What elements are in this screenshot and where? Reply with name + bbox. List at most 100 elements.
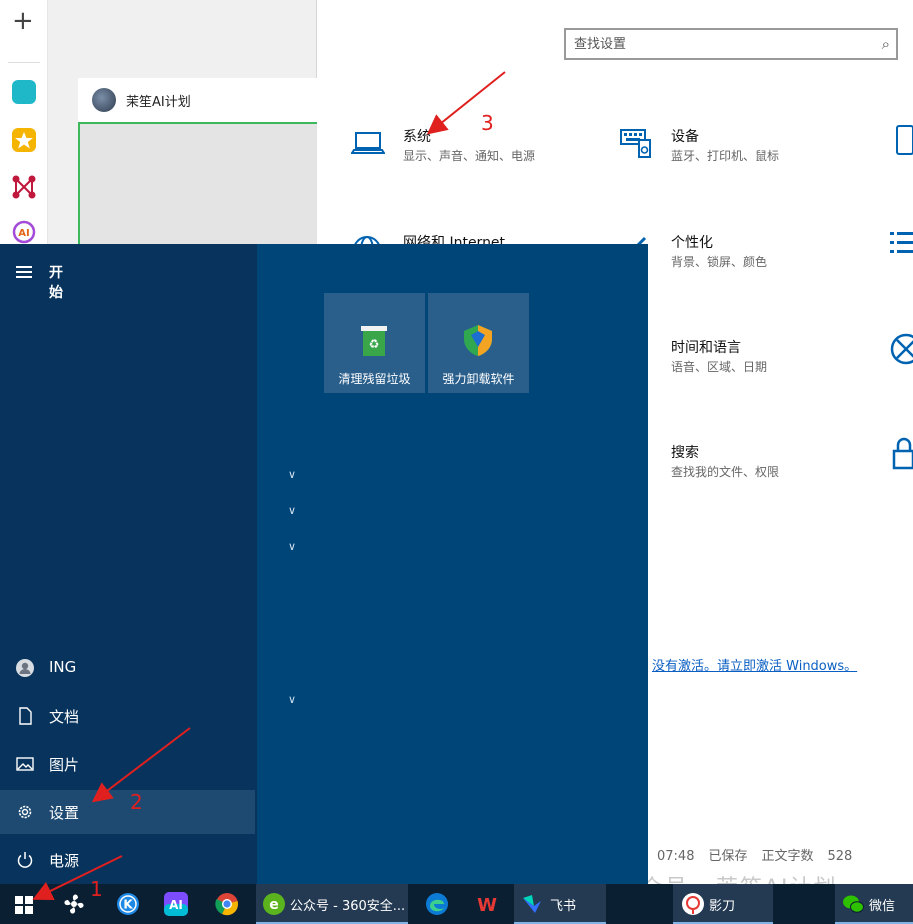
start-menu-tiles: ♻ 清理残留垃圾 强力卸载软件 ∨ ∨ ∨ ∨ [257,244,648,884]
taskbar-ai-app[interactable]: AI [156,884,196,924]
activate-windows-link[interactable]: 没有激活。请立即激活 Windows。 [652,655,857,674]
wps-icon: W [477,895,497,916]
tile-clean-junk[interactable]: ♻ 清理残留垃圾 [324,293,425,393]
nav-label: 文档 [49,708,80,726]
start-nav-user[interactable]: ING [0,646,255,690]
svg-text:AI: AI [18,228,29,239]
category-subtitle: 蓝牙、打印机、鼠标 [671,149,780,163]
taskbar-yingdao[interactable]: 影刀 [673,884,773,924]
svg-text:K: K [123,898,133,912]
settings-category-devices[interactable]: 设备 蓝牙、打印机、鼠标 [619,126,869,186]
taskbar-label: 飞书 [550,899,577,914]
tile-label: 清理残留垃圾 [338,372,411,386]
tile-uninstall[interactable]: 强力卸载软件 [428,293,529,393]
start-nav-settings[interactable]: 设置 [0,790,255,834]
graph-app-icon[interactable] [12,175,36,199]
shield-uninstall-icon [464,325,492,356]
taskbar-label: 影刀 [709,899,736,914]
start-header-label: 开始 [49,265,63,301]
windows-start-icon [15,896,33,914]
ai-app-icon[interactable]: AI [12,220,36,244]
editor-content-frame[interactable] [78,122,317,246]
settings-search-box[interactable]: ⌕ [564,28,898,60]
category-subtitle: 显示、声音、通知、电源 [403,149,536,163]
nav-label: 设置 [49,804,80,822]
k-app-icon: K [117,893,139,915]
group-collapse-chevron-icon[interactable]: ∨ [288,468,300,481]
category-title: 系统 [403,129,431,145]
settings-category-system[interactable]: 系统 显示、声音、通知、电源 [351,126,601,186]
group-collapse-chevron-icon[interactable]: ∨ [288,540,300,553]
category-title: 搜索 [671,445,699,461]
yingdao-icon [682,893,704,915]
360-browser-icon: e [263,893,285,915]
category-subtitle: 语音、区域、日期 [671,360,768,374]
svg-text:♻: ♻ [369,337,380,351]
annotation-step-2: 2 [130,790,143,814]
article-editor: 茉笙AI计划 [48,0,317,246]
document-icon [19,707,32,725]
pictures-icon [16,757,34,771]
taskbar-wechat[interactable]: 微信 [835,884,913,924]
avatar [92,88,116,112]
search-magnifier-icon[interactable]: ⌕ [882,35,890,53]
start-nav-pictures[interactable]: 图片 [0,742,255,786]
group-collapse-chevron-icon[interactable]: ∨ [288,693,300,706]
annotation-step-3: 3 [481,111,494,135]
taskbar-360-browser[interactable]: e 公众号 - 360安全... [256,884,408,924]
editor-status-bar: 07:48 已保存 正文字数 528 [657,845,866,864]
taskbar-wps[interactable]: W [467,884,507,924]
taskbar-chrome[interactable] [205,884,249,924]
settings-category-time-language[interactable]: 时间和语言 语音、区域、日期 [619,337,869,397]
keyboard-devices-icon [620,129,651,158]
start-menu-sidebar: 开始 ING 文档 图片 设置 电源 [0,244,257,884]
nav-label: ING [49,658,77,676]
word-count: 528 [827,849,853,864]
group-collapse-chevron-icon[interactable]: ∨ [288,504,300,517]
edge-icon [426,893,448,915]
xbox-icon[interactable] [889,332,913,366]
start-nav-documents[interactable]: 文档 [0,694,255,738]
tile-label: 强力卸载软件 [442,372,515,386]
lock-icon[interactable] [891,436,913,470]
taskbar-edge[interactable] [418,884,458,924]
ai-app-icon: AI [164,892,188,916]
app-launcher-strip: + AI [0,0,48,246]
plus-icon[interactable]: + [12,8,34,34]
user-icon [16,659,34,677]
author-card[interactable]: 茉笙AI计划 [78,78,317,124]
nav-label: 图片 [49,756,80,774]
settings-category-personalization[interactable]: 个性化 背景、锁屏、颜色 [619,232,869,292]
taskbar-start-button[interactable] [0,884,48,924]
start-nav-power[interactable]: 电源 [0,838,255,882]
taskbar-k-app[interactable]: K [108,884,148,924]
phone-icon[interactable] [895,124,913,156]
feishu-icon [523,895,541,913]
recycle-bin-icon: ♻ [361,326,387,356]
hamburger-menu-icon[interactable] [16,266,32,278]
chrome-icon [215,893,238,916]
svg-text:e: e [269,897,279,913]
category-title: 个性化 [671,235,713,251]
word-count-label: 正文字数 [761,849,814,864]
category-title: 设备 [671,129,699,145]
svg-text:W: W [477,895,497,916]
status-time: 07:48 [657,849,695,864]
taskbar-feishu[interactable]: 飞书 [514,884,606,924]
launcher-divider [8,62,40,63]
settings-search-input[interactable] [574,33,864,55]
status-saved: 已保存 [708,849,748,864]
app-icon-teal[interactable] [12,80,36,104]
category-subtitle: 查找我的文件、权限 [671,465,780,479]
settings-category-search[interactable]: 搜索 查找我的文件、权限 [607,442,869,502]
start-menu: 开始 ING 文档 图片 设置 电源 ♻ 清理残留垃圾 强力卸载软件 ∨ ∨ ∨… [0,244,648,884]
power-icon [17,852,33,868]
category-title: 时间和语言 [671,340,741,356]
nav-label: 电源 [49,852,80,870]
taskbar: K AI e 公众号 - 360安全... W 飞书 影刀 微信 [0,884,913,924]
star-app-icon[interactable] [12,128,36,152]
taskbar-label: 公众号 - 360安全... [290,899,406,914]
apps-list-icon[interactable] [889,228,913,258]
svg-text:AI: AI [169,898,183,912]
wechat-icon [843,895,864,913]
